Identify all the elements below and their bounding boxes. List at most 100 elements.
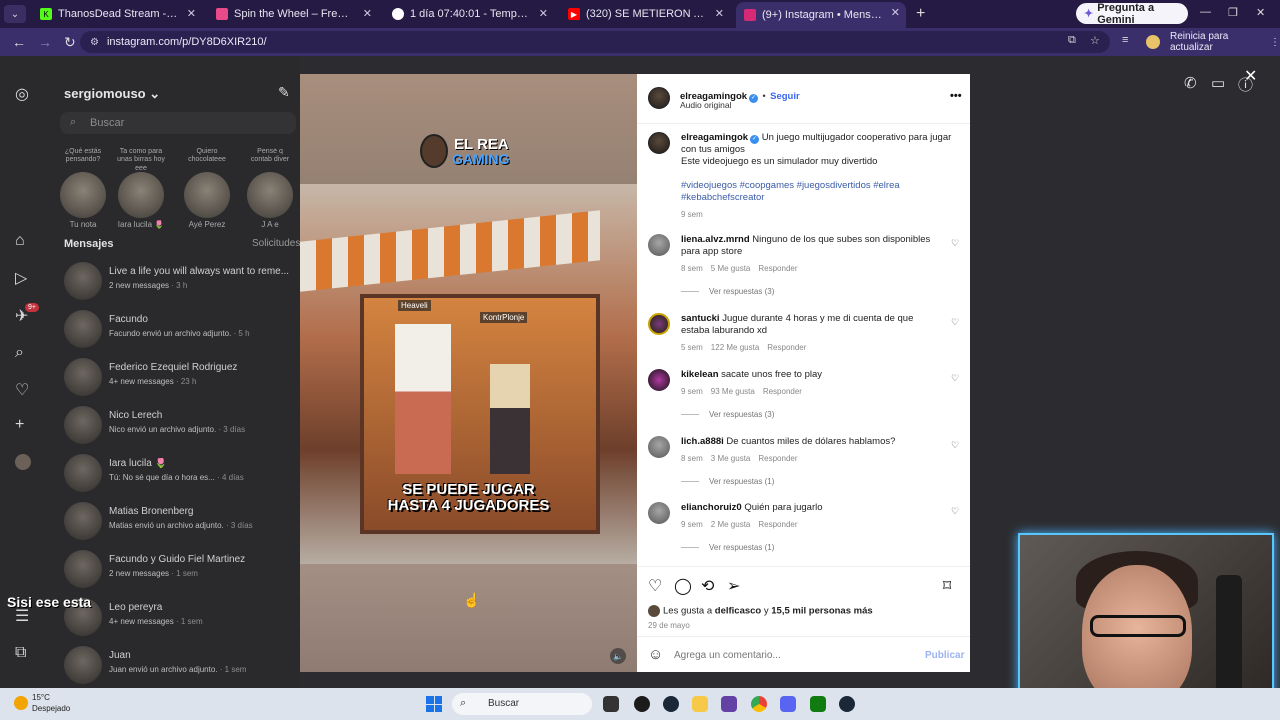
back-icon[interactable]: ← xyxy=(12,34,26,50)
tab-instagram[interactable]: (9+) Instagram • Mensajes ✕ xyxy=(736,2,906,28)
view-replies-button[interactable]: Ver respuestas (3) xyxy=(681,287,774,296)
steam-icon[interactable] xyxy=(663,696,679,712)
home-icon[interactable]: ⌂ xyxy=(15,232,25,250)
conversation-item[interactable]: Leo pereyra 4+ new messages · 1 sem xyxy=(64,596,300,640)
comment-icon[interactable]: ◯ xyxy=(674,576,692,596)
likes-summary[interactable]: Les gusta a delficasco y 15,5 mil person… xyxy=(648,605,873,617)
comment-user[interactable]: lich.a888i xyxy=(681,436,724,447)
more-options-icon[interactable]: ••• xyxy=(950,90,962,102)
video-call-icon[interactable]: ▭ xyxy=(1211,74,1225,92)
chrome-icon[interactable] xyxy=(751,696,767,712)
conversation-item[interactable]: Matias Bronenberg Matias envió un archivo… xyxy=(64,500,300,544)
weather-widget[interactable]: 15°C Despejado xyxy=(14,692,70,714)
info-icon[interactable]: ⓘ xyxy=(1238,74,1253,95)
reply-button[interactable]: Responder xyxy=(758,520,797,529)
emoji-icon[interactable]: ☺ xyxy=(648,646,663,663)
search-icon[interactable]: ⌕ xyxy=(15,344,24,362)
avatar[interactable] xyxy=(648,87,670,109)
close-icon[interactable]: ✕ xyxy=(715,7,724,20)
gemini-button[interactable]: ✦ Pregunta a Gemini xyxy=(1076,2,1188,26)
comment-likes[interactable]: 122 Me gusta xyxy=(711,343,759,352)
close-icon[interactable]: ✕ xyxy=(363,7,372,20)
comment-like-icon[interactable]: ♡ xyxy=(951,373,959,384)
reply-button[interactable]: Responder xyxy=(758,454,797,463)
publish-button[interactable]: Publicar xyxy=(925,650,964,661)
comment-likes[interactable]: 2 Me gusta xyxy=(711,520,751,529)
comment-like-icon[interactable]: ♡ xyxy=(951,317,959,328)
window-close-icon[interactable]: ✕ xyxy=(1256,6,1265,19)
reels-icon[interactable]: ▷ xyxy=(15,268,27,288)
windows-start-icon[interactable] xyxy=(426,696,442,712)
apps-icon[interactable]: ⧉ xyxy=(15,644,26,662)
comment-like-icon[interactable]: ♡ xyxy=(951,506,959,517)
avatar[interactable] xyxy=(648,502,670,524)
conversation-item[interactable]: Live a life you will always want to reme… xyxy=(64,260,300,304)
reel-video[interactable]: EL REA GAMING Heaveli KontrPlonje SE PUE… xyxy=(300,74,637,672)
messenger-icon[interactable]: ✈ xyxy=(15,303,40,326)
tab-kick[interactable]: K ThanosDead Stream - Watch Li ✕ xyxy=(32,3,202,25)
comment-user[interactable]: elianchoruiz0 xyxy=(681,502,742,513)
conversation-item[interactable]: Iara lucila 🌷 Tú: No sé que día o hora es… xyxy=(64,452,300,496)
cast-icon[interactable]: ⧉ xyxy=(1068,34,1076,47)
comment-user[interactable]: santucki xyxy=(681,313,720,324)
notifications-heart-icon[interactable]: ♡ xyxy=(15,380,29,400)
note-item[interactable]: ¿Qué estás pensando? Tu nota xyxy=(56,148,110,229)
conversation-item[interactable]: Facundo Facundo envió un archivo adjunto.… xyxy=(64,308,300,352)
view-replies-button[interactable]: Ver respuestas (3) xyxy=(681,410,774,419)
comment-likes[interactable]: 93 Me gusta xyxy=(711,387,755,396)
reply-button[interactable]: Responder xyxy=(767,343,806,352)
share-icon[interactable]: ➢ xyxy=(727,576,740,596)
likes-count[interactable]: 15,5 mil personas más xyxy=(771,606,872,617)
url-field[interactable]: ⚙ instagram.com/p/DY8D6XIR210/ xyxy=(80,31,1110,53)
like-heart-icon[interactable]: ♡ xyxy=(648,576,662,596)
file-explorer-icon[interactable] xyxy=(692,696,708,712)
note-item[interactable]: Pensé q contab diver J A e xyxy=(246,148,294,229)
avatar[interactable] xyxy=(648,132,670,154)
comment-user[interactable]: liena.alvz.mrnd xyxy=(681,234,750,245)
close-icon[interactable]: ✕ xyxy=(187,7,196,20)
xbox-icon[interactable] xyxy=(810,696,826,712)
steam-icon[interactable] xyxy=(839,696,855,712)
close-icon[interactable]: ✕ xyxy=(891,6,900,19)
comment-like-icon[interactable]: ♡ xyxy=(951,440,959,451)
reply-button[interactable]: Responder xyxy=(758,264,797,273)
post-hashtags[interactable]: #videojuegos #coopgames #juegosdivertido… xyxy=(681,180,941,204)
follow-button[interactable]: Seguir xyxy=(770,91,800,102)
note-item[interactable]: Ta como para unas birras hoy eee Iara luc… xyxy=(114,148,168,229)
tab-youtube[interactable]: ▶ (320) SE METIERON A UNA CUE ✕ xyxy=(560,3,730,25)
caption-author[interactable]: elreagamingok xyxy=(681,132,748,143)
dm-search-input[interactable]: ⌕ Buscar xyxy=(60,112,296,134)
comments-area[interactable]: elreagamingok ✓ Un juego multijugador coo… xyxy=(637,124,970,566)
audio-label[interactable]: Audio original xyxy=(680,100,732,110)
phone-icon[interactable]: ✆ xyxy=(1184,74,1197,92)
forward-icon[interactable]: → xyxy=(38,34,52,50)
close-icon[interactable]: ✕ xyxy=(539,7,548,20)
conversation-item[interactable]: Juan Juan envió un archivo adjunto. · 1 s… xyxy=(64,644,300,688)
view-replies-button[interactable]: Ver respuestas (1) xyxy=(681,543,774,552)
conversation-item[interactable]: Nico Lerech Nico envió un archivo adjunto… xyxy=(64,404,300,448)
save-bookmark-icon[interactable]: ⌑ xyxy=(943,576,951,596)
comment-likes[interactable]: 5 Me gusta xyxy=(711,264,751,273)
avatar[interactable] xyxy=(648,313,670,335)
reply-button[interactable]: Responder xyxy=(763,387,802,396)
new-message-icon[interactable]: ✎ xyxy=(278,84,290,101)
conversation-item[interactable]: Federico Ezequiel Rodriguez 4+ new messag… xyxy=(64,356,300,400)
tab-wheel[interactable]: Spin the Wheel – Free Wheel Sp ✕ xyxy=(208,3,378,25)
instagram-logo-icon[interactable]: ◎ xyxy=(15,84,29,104)
bookmark-star-icon[interactable]: ☆ xyxy=(1090,34,1100,47)
comment-user[interactable]: kikelean xyxy=(681,369,719,380)
view-replies-button[interactable]: Ver respuestas (1) xyxy=(681,477,774,486)
avatar[interactable] xyxy=(648,436,670,458)
conversation-item[interactable]: Facundo y Guido Fiel Martinez 2 new messa… xyxy=(64,548,300,592)
twitch-icon[interactable] xyxy=(721,696,737,712)
account-username[interactable]: sergiomouso ⌄ xyxy=(64,86,160,102)
repost-icon[interactable]: ⟲ xyxy=(701,576,714,596)
comment-like-icon[interactable]: ♡ xyxy=(951,238,959,249)
reading-list-icon[interactable]: ≡ xyxy=(1122,34,1128,46)
comment-input[interactable]: Agrega un comentario... xyxy=(674,650,781,661)
create-icon[interactable]: + xyxy=(15,416,24,434)
profile-avatar[interactable] xyxy=(1146,35,1160,49)
discord-icon[interactable] xyxy=(780,696,796,712)
kebab-menu-icon[interactable]: ⋮ xyxy=(1270,37,1280,48)
volume-icon[interactable]: 🔈 xyxy=(610,648,626,664)
